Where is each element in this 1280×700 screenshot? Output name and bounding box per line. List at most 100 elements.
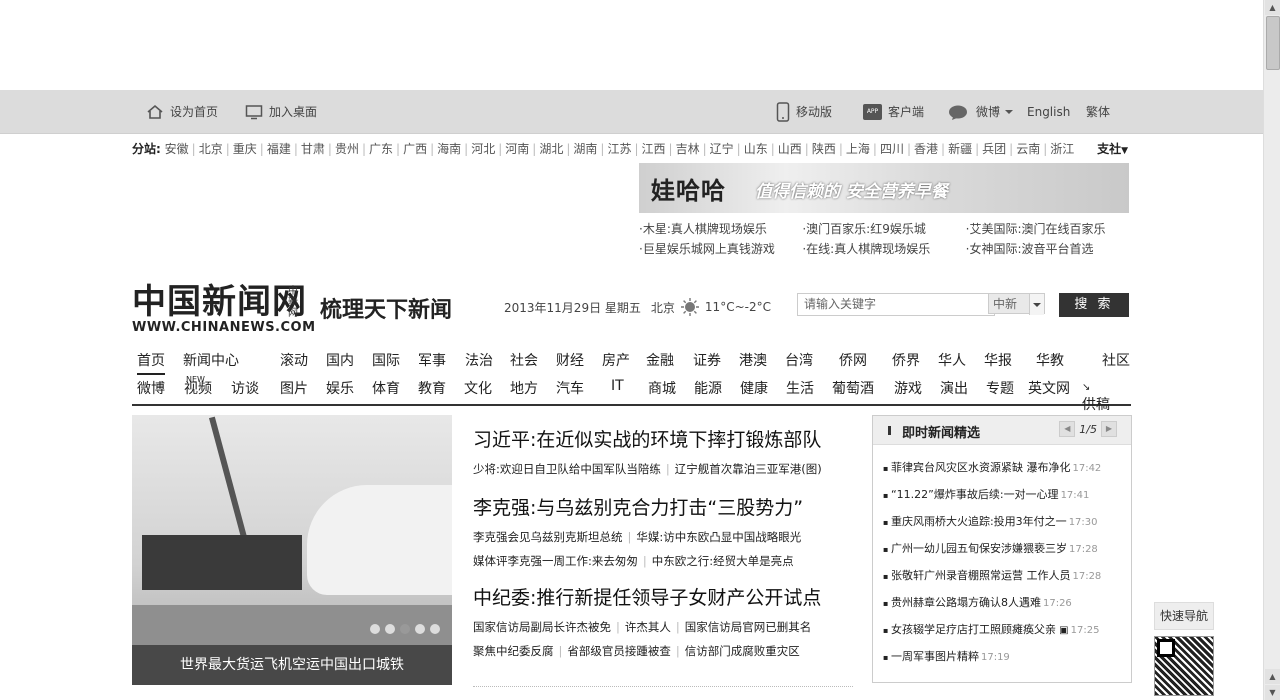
- slider-dot[interactable]: [430, 624, 440, 634]
- nav-item[interactable]: 健康: [740, 378, 768, 398]
- instant-news-item[interactable]: ▪ 贵州赫章公路塌方确认8人遇难 17:26: [883, 591, 1101, 618]
- headline-title[interactable]: 李克强:与乌兹别克合力打击“三股势力”: [473, 493, 853, 522]
- headline-title[interactable]: 中纪委:推行新提任领导子女财产公开试点: [473, 583, 853, 612]
- branch-site-link[interactable]: 湖南: [573, 142, 597, 156]
- quick-nav-button[interactable]: 快速导航: [1154, 602, 1214, 630]
- branch-site-link[interactable]: 浙江: [1050, 142, 1074, 156]
- nav-item[interactable]: 侨网: [839, 350, 867, 370]
- branch-site-link[interactable]: 江西: [642, 142, 666, 156]
- ad-banner[interactable]: 娃哈哈 值得信赖的 安全营养早餐: [639, 163, 1129, 213]
- instant-news-item[interactable]: ▪ 菲律宾台风灾区水资源紧缺 瀑布净化 17:42: [883, 456, 1101, 483]
- add-desktop-link[interactable]: 加入桌面: [245, 90, 317, 133]
- headline-sub-link[interactable]: 华媒:访中东欧凸显中国战略眼光: [636, 530, 801, 544]
- nav-item[interactable]: 图片: [280, 378, 308, 398]
- prev-page-button[interactable]: ◀: [1059, 421, 1076, 437]
- nav-item[interactable]: 地方: [510, 378, 538, 398]
- instant-news-item[interactable]: ▪ 重庆风雨桥大火追踪:投用3年付之一 17:30: [883, 510, 1101, 537]
- branch-site-link[interactable]: 四川: [880, 142, 904, 156]
- nav-item[interactable]: 军事: [418, 350, 446, 370]
- branch-site-link[interactable]: 山西: [778, 142, 802, 156]
- nav-item[interactable]: IT: [611, 378, 624, 394]
- headline-sub-link[interactable]: 李克强会见乌兹别克斯坦总统: [473, 530, 623, 544]
- headline-sub-link[interactable]: 中东欧之行:经贸大单是亮点: [652, 554, 794, 568]
- branch-site-link[interactable]: 海南: [437, 142, 461, 156]
- ad-link[interactable]: ·澳门百家乐:红9娱乐城: [802, 219, 965, 239]
- branch-site-link[interactable]: 广西: [403, 142, 427, 156]
- nav-item[interactable]: 教育: [418, 378, 446, 398]
- nav-item[interactable]: 视频: [184, 378, 212, 398]
- set-home-link[interactable]: 设为首页: [146, 90, 218, 133]
- nav-item[interactable]: 法治: [465, 350, 493, 370]
- instant-news-item[interactable]: ▪ “11.22”爆炸事故后续:一对一心理 17:41: [883, 483, 1101, 510]
- next-page-button[interactable]: ▶: [1101, 421, 1117, 437]
- photo-slider[interactable]: 世界最大货运飞机空运中国出口城铁: [132, 415, 452, 685]
- nav-item[interactable]: 汽车: [556, 378, 584, 398]
- branch-site-link[interactable]: 河南: [505, 142, 529, 156]
- headline-sub-link[interactable]: 国家信访局副局长许杰被免: [473, 620, 611, 634]
- slider-caption[interactable]: 世界最大货运飞机空运中国出口城铁: [132, 645, 452, 685]
- nav-item[interactable]: 微博: [137, 378, 165, 398]
- search-scope-select[interactable]: 中新: [988, 293, 1045, 315]
- branch-site-link[interactable]: 河北: [471, 142, 495, 156]
- nav-item[interactable]: 滚动: [280, 350, 308, 370]
- nav-item[interactable]: 台湾: [785, 350, 813, 370]
- branch-office-menu[interactable]: 支社▼: [1097, 140, 1128, 157]
- nav-item[interactable]: 财经: [556, 350, 584, 370]
- nav-item[interactable]: 葡萄酒: [832, 378, 874, 398]
- nav-item[interactable]: 金融: [646, 350, 674, 370]
- branch-site-link[interactable]: 北京: [199, 142, 223, 156]
- instant-news-item[interactable]: ▪ 广州一幼儿园五旬保安涉嫌猥亵三岁 17:28: [883, 537, 1101, 564]
- nav-item[interactable]: 华报: [984, 350, 1012, 370]
- nav-item[interactable]: 证券: [693, 350, 721, 370]
- headline-sub-link[interactable]: 省部级官员接踵被查: [567, 644, 671, 658]
- branch-site-link[interactable]: 吉林: [676, 142, 700, 156]
- headline-sub-link[interactable]: 少将:欢迎日自卫队给中国军队当陪练: [473, 462, 661, 476]
- weibo-menu[interactable]: 微博: [948, 90, 1014, 133]
- slider-dot[interactable]: [415, 624, 425, 634]
- nav-item[interactable]: 华教: [1036, 350, 1064, 370]
- branch-site-link[interactable]: 贵州: [335, 142, 359, 156]
- nav-item[interactable]: 港澳: [739, 350, 767, 370]
- nav-item[interactable]: 游戏: [894, 378, 922, 398]
- nav-item-submit[interactable]: ↘ 供稿: [1082, 378, 1110, 414]
- branch-site-link[interactable]: 香港: [914, 142, 938, 156]
- headline-sub-link[interactable]: 媒体评李克强一周工作:来去匆匆: [473, 554, 638, 568]
- slider-dot[interactable]: [370, 624, 380, 634]
- english-link[interactable]: English: [1027, 90, 1070, 133]
- nav-item[interactable]: 演出: [940, 378, 968, 398]
- headline-sub-link[interactable]: 聚焦中纪委反腐: [473, 644, 554, 658]
- instant-news-item[interactable]: ▪ 一周军事图片精粹 17:19: [883, 645, 1101, 672]
- nav-item-home[interactable]: 首页: [137, 350, 165, 375]
- client-app-link[interactable]: APP 客户端: [863, 90, 924, 133]
- branch-site-link[interactable]: 新疆: [948, 142, 972, 156]
- headline-sub-link[interactable]: 国家信访局官网已删其名: [685, 620, 812, 634]
- scroll-up-button[interactable]: ▲: [1265, 0, 1280, 15]
- branch-site-link[interactable]: 兵团: [982, 142, 1006, 156]
- branch-site-link[interactable]: 湖北: [539, 142, 563, 156]
- nav-item[interactable]: 房产: [602, 350, 630, 370]
- headline-sub-link[interactable]: 辽宁舰首次靠泊三亚军港(图): [675, 462, 822, 476]
- slider-dot[interactable]: [385, 624, 395, 634]
- nav-item[interactable]: 体育: [372, 378, 400, 398]
- branch-site-link[interactable]: 辽宁: [710, 142, 734, 156]
- page-scrollbar[interactable]: ▲ ▲ ▼: [1263, 0, 1280, 700]
- ad-link[interactable]: ·巨星娱乐城网上真钱游戏: [639, 239, 802, 259]
- branch-site-link[interactable]: 云南: [1016, 142, 1040, 156]
- branch-site-link[interactable]: 山东: [744, 142, 768, 156]
- slider-dot[interactable]: [400, 624, 410, 634]
- scroll-down-button[interactable]: ▼: [1265, 685, 1280, 700]
- ad-link[interactable]: ·女神国际:波音平台首选: [966, 239, 1129, 259]
- nav-item[interactable]: 国内: [326, 350, 354, 370]
- ad-link[interactable]: ·木星:真人棋牌现场娱乐: [639, 219, 802, 239]
- branch-site-link[interactable]: 陕西: [812, 142, 836, 156]
- nav-item[interactable]: 商城: [648, 378, 676, 398]
- ad-link[interactable]: ·在线:真人棋牌现场娱乐: [802, 239, 965, 259]
- scrollbar-thumb[interactable]: [1266, 16, 1280, 70]
- branch-site-link[interactable]: 江苏: [607, 142, 631, 156]
- nav-item[interactable]: 文化: [464, 378, 492, 398]
- nav-item[interactable]: 社会: [510, 350, 538, 370]
- branch-site-link[interactable]: 广东: [369, 142, 393, 156]
- search-button[interactable]: 搜 索: [1059, 293, 1129, 317]
- branch-site-link[interactable]: 福建: [267, 142, 291, 156]
- headline-title[interactable]: 习近平:在近似实战的环境下摔打锻炼部队: [473, 425, 853, 454]
